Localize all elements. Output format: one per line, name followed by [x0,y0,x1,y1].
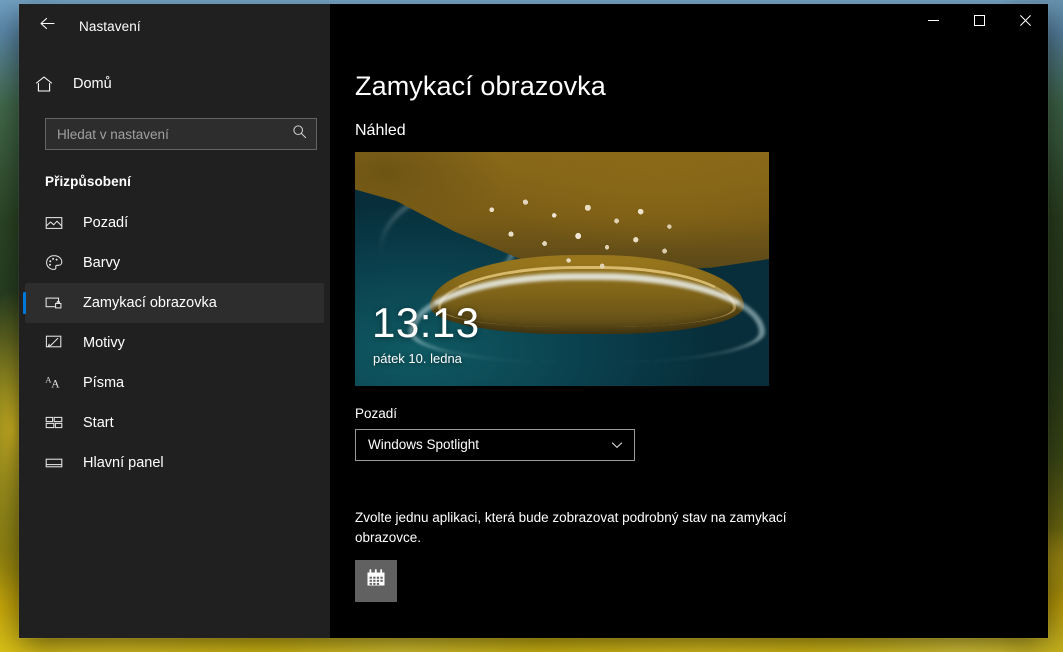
sidebar-item-label: Start [83,415,114,431]
chevron-down-icon [610,438,624,452]
sidebar-section-header: Přizpůsobení [45,174,131,189]
main-content: Zamykací obrazovka Náhled 13:13 pátek 10… [330,48,1048,638]
calendar-icon [364,566,388,595]
palette-icon [45,254,71,272]
search-box[interactable] [45,118,317,150]
image-icon [45,214,71,232]
preview-section-header: Náhled [355,121,406,139]
title-bar: Nastavení [19,4,1048,48]
svg-text:A: A [51,379,60,391]
page-title: Zamykací obrazovka [355,71,606,101]
sidebar-item-label: Motivy [83,335,125,351]
preview-village [462,189,703,283]
lock-screen-preview: 13:13 pátek 10. ledna [355,151,769,386]
sidebar-item-start[interactable]: Start [25,403,324,443]
app-title: Nastavení [79,18,141,34]
lock-screen-icon [45,294,71,312]
sidebar-item-label: Zamykací obrazovka [83,295,217,311]
sidebar-item-pozadi[interactable]: Pozadí [25,203,324,243]
sidebar-item-zamykaci-obrazovka[interactable]: Zamykací obrazovka [23,283,324,323]
detailed-status-description: Zvolte jednu aplikaci, která bude zobraz… [355,509,787,545]
sidebar: Domů Přizpůsobení [19,48,330,638]
search-input[interactable] [46,119,316,149]
sidebar-item-label: Hlavní panel [83,455,164,471]
window-controls [330,4,1048,48]
sidebar-item-label: Barvy [83,255,121,271]
minimize-button[interactable] [910,4,956,36]
sidebar-nav-list: Pozadí Barvy Zamykací obrazovka Motivy A… [19,203,330,483]
start-tiles-icon [45,414,71,432]
close-button[interactable] [1002,4,1048,36]
title-bar-left: Nastavení [19,4,330,48]
sidebar-item-pisma[interactable]: A A Písma [25,363,324,403]
back-arrow-icon [39,15,56,37]
sidebar-home-label: Domů [73,76,112,92]
preview-date: pátek 10. ledna [373,350,462,366]
background-dropdown-value: Windows Spotlight [368,437,480,453]
sidebar-item-motivy[interactable]: Motivy [25,323,324,363]
detailed-status-app-button[interactable] [355,559,397,602]
sidebar-item-hlavni-panel[interactable]: Hlavní panel [25,443,324,483]
back-button[interactable] [25,10,69,42]
background-field-label: Pozadí [355,405,398,421]
window-body: Domů Přizpůsobení [19,48,1048,638]
font-icon: A A [45,374,71,392]
brush-icon [45,334,71,352]
sidebar-item-label: Pozadí [83,215,129,231]
background-dropdown[interactable]: Windows Spotlight [355,428,635,461]
home-icon [35,75,61,93]
taskbar-icon [45,454,71,472]
settings-window: Nastavení Domů Hledat v nastavení Přizpů… [19,4,1048,638]
sidebar-item-label: Písma [83,375,125,391]
maximize-button[interactable] [956,4,1002,36]
sidebar-item-home[interactable]: Domů [25,64,324,104]
sidebar-item-barvy[interactable]: Barvy [25,243,324,283]
preview-clock: 13:13 [372,298,480,346]
